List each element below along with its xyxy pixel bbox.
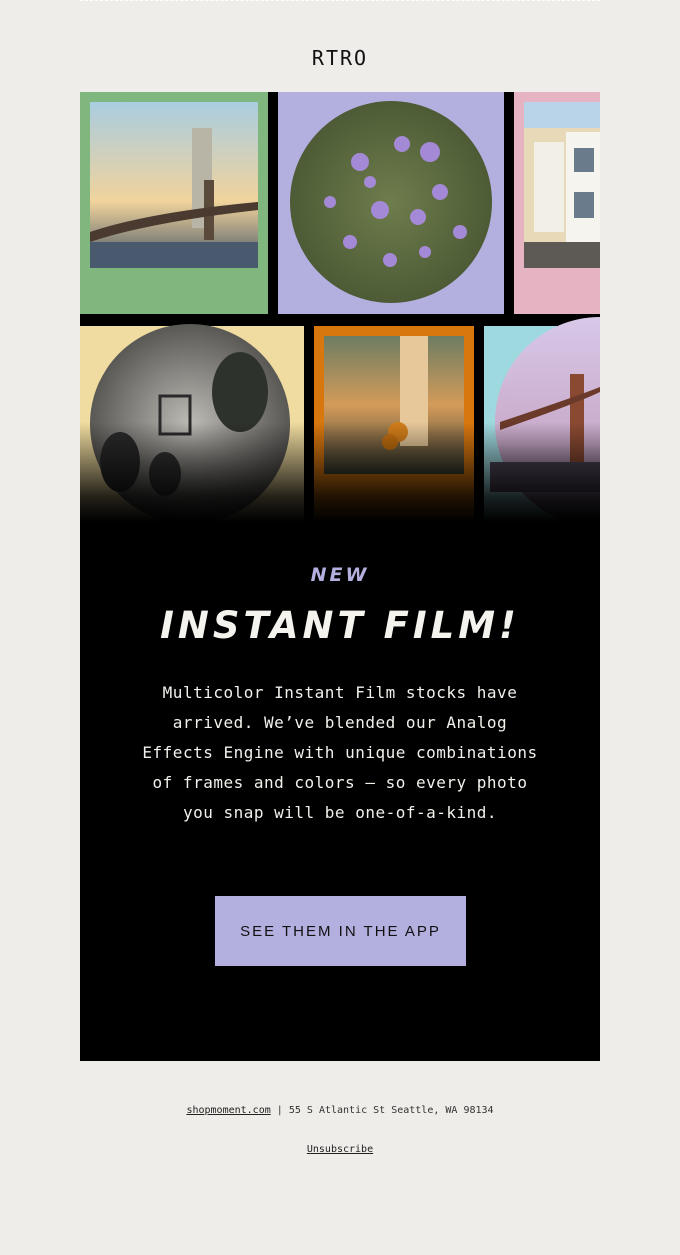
unsubscribe-row: Unsubscribe [0, 1144, 680, 1155]
site-link[interactable]: shopmoment.com [186, 1105, 270, 1116]
photo-tile-house [514, 92, 600, 314]
headline: INSTANT FILM! [160, 604, 520, 647]
footer-info: shopmoment.com | 55 S Atlantic St Seattl… [0, 1105, 680, 1116]
collage-fade-overlay [80, 422, 600, 522]
promo-card: NEW INSTANT FILM! Multicolor Instant Fil… [80, 92, 600, 1061]
see-in-app-button[interactable]: SEE THEM IN THE APP [215, 896, 466, 966]
body-text: Multicolor Instant Film stocks have arri… [142, 683, 538, 822]
new-tag: NEW [310, 564, 370, 586]
photo-tile-flowers [278, 92, 504, 314]
photo-tile-bridge [80, 92, 268, 314]
footer-address: 55 S Atlantic St Seattle, WA 98134 [288, 1105, 494, 1116]
unsubscribe-link[interactable]: Unsubscribe [307, 1144, 373, 1155]
top-divider [80, 0, 600, 2]
brand-logo[interactable]: RTRO [0, 46, 680, 70]
footer-separator: | [276, 1105, 283, 1116]
